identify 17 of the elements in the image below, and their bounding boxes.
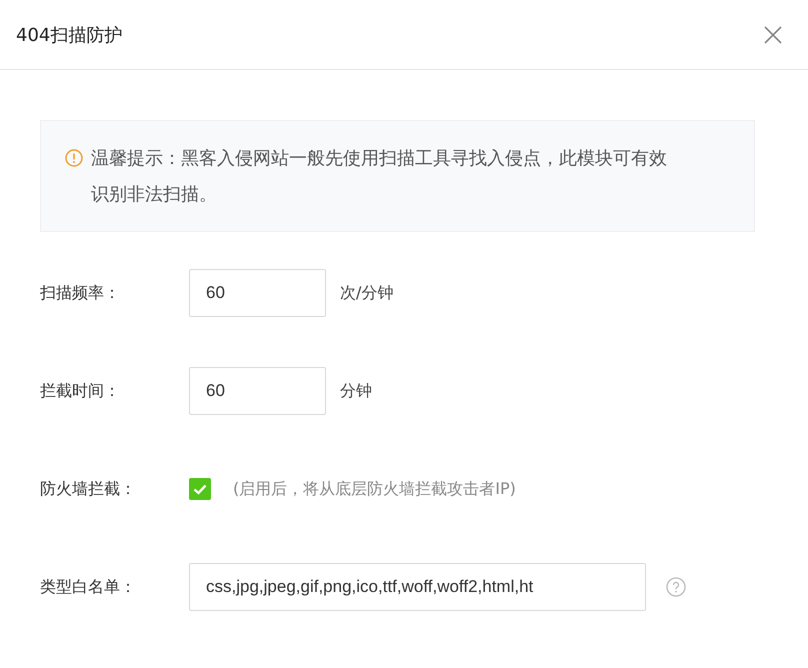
- field-label: 类型白名单：: [40, 576, 137, 598]
- input-field[interactable]: 60: [189, 367, 326, 415]
- hint-text: (启用后，将从底层防火墙拦截攻击者IP): [233, 478, 516, 500]
- help-icon[interactable]: [666, 577, 686, 597]
- input-field[interactable]: 60: [189, 269, 326, 317]
- checkbox[interactable]: [189, 478, 211, 500]
- close-icon: [764, 26, 782, 44]
- dialog-title: 404扫描防护: [16, 24, 122, 46]
- notice-text: 温馨提示：黑客入侵网站一般先使用扫描工具寻找入侵点，此模块可有效识别非法扫描。: [91, 147, 668, 207]
- field-label: 拦截时间：: [40, 380, 121, 402]
- warning-icon: [65, 149, 83, 167]
- input-field[interactable]: css,jpg,jpeg,gif,png,ico,ttf,woff,woff2,html,ht: [189, 563, 646, 611]
- unit-label: 次/分钟: [340, 282, 394, 304]
- unit-label: 分钟: [340, 380, 372, 402]
- close-button[interactable]: [762, 24, 784, 46]
- field-label: 扫描频率：: [40, 282, 121, 304]
- field-label: 防火墙拦截：: [40, 478, 137, 500]
